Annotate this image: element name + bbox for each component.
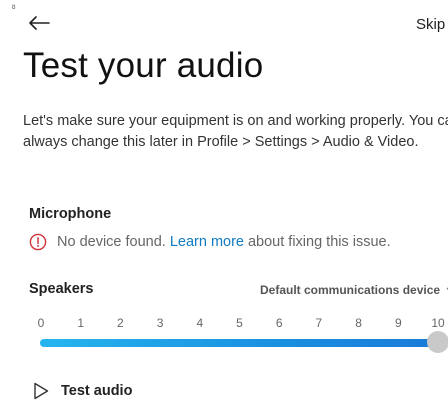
learn-more-link[interactable]: Learn more (170, 234, 244, 250)
speakers-label: Speakers (29, 281, 94, 297)
page-description: Let's make sure your equipment is on and… (23, 113, 448, 150)
page-title: Test your audio (23, 46, 264, 85)
speaker-device-value: Default communications device (260, 283, 441, 297)
skip-button[interactable]: Skip (416, 16, 445, 33)
volume-tick-label: 6 (275, 316, 283, 330)
play-icon (34, 382, 49, 400)
slider-thumb[interactable] (427, 331, 448, 353)
warning-text-suffix: about fixing this issue. (247, 234, 391, 250)
microphone-label: Microphone (29, 206, 112, 222)
volume-tick-label: 1 (77, 316, 85, 330)
volume-scale: 0 1 2 3 4 5 6 7 8 9 10 (0, 316, 448, 332)
volume-tick-label: 5 (236, 316, 243, 330)
alert-circle-icon (29, 233, 47, 251)
arrow-left-icon (29, 16, 50, 30)
volume-tick-label: 4 (196, 316, 204, 330)
back-button[interactable] (26, 12, 52, 34)
volume-tick-label: 8 (355, 316, 362, 330)
test-audio-button[interactable]: Test audio (33, 382, 132, 400)
slider-fill (40, 339, 438, 347)
audio-test-screen: ᴽ Skip Test your audio Let's make sure y… (0, 0, 448, 405)
speaker-device-dropdown[interactable]: Default communications device (260, 283, 448, 297)
volume-tick-label: 7 (315, 316, 323, 330)
cursor-glyph: ᴽ (12, 3, 16, 13)
microphone-warning: No device found. Learn more about fixing… (29, 233, 391, 251)
test-audio-label: Test audio (61, 383, 133, 399)
volume-tick-label: 0 (37, 316, 45, 330)
warning-text-prefix: No device found. (57, 234, 166, 250)
volume-tick-label: 2 (117, 316, 124, 330)
speaker-volume-slider[interactable] (40, 331, 448, 353)
volume-tick-label: 9 (394, 316, 402, 330)
volume-tick-label: 3 (156, 316, 164, 330)
volume-tick-label: 10 (431, 316, 445, 330)
